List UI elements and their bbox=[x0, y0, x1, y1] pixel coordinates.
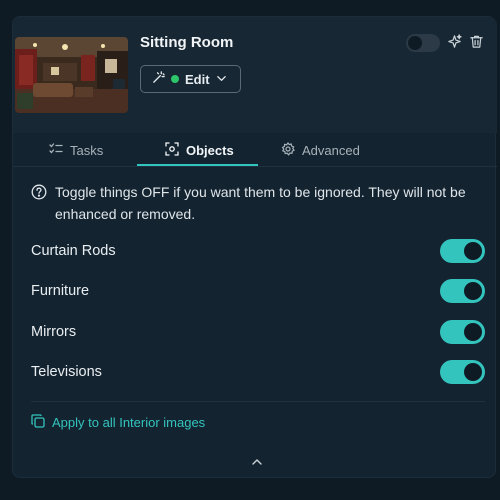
chevron-up-icon[interactable] bbox=[250, 455, 266, 471]
mirrors-toggle[interactable] bbox=[440, 320, 485, 344]
toggle-knob bbox=[464, 282, 482, 300]
gear-icon bbox=[281, 141, 295, 159]
televisions-toggle[interactable] bbox=[440, 360, 485, 384]
magic-wand-icon bbox=[152, 71, 165, 87]
tab-bar: Tasks Objects Advanced bbox=[13, 133, 497, 167]
room-enable-toggle[interactable] bbox=[406, 34, 440, 52]
sparkle-icon[interactable] bbox=[447, 34, 463, 50]
toggle-knob bbox=[464, 363, 482, 381]
object-row-televisions: Televisions bbox=[31, 359, 485, 385]
curtain-rods-toggle[interactable] bbox=[440, 239, 485, 263]
info-text: Toggle things OFF if you want them to be… bbox=[55, 184, 466, 222]
object-label: Furniture bbox=[31, 283, 90, 299]
room-title: Sitting Room bbox=[140, 34, 234, 51]
toggle-knob bbox=[464, 242, 482, 260]
apply-label: Apply to all Interior images bbox=[52, 415, 206, 430]
tasks-list-icon bbox=[49, 142, 63, 159]
edit-label: Edit bbox=[185, 71, 210, 87]
object-scan-icon bbox=[165, 141, 179, 159]
tab-tasks[interactable]: Tasks bbox=[49, 133, 103, 167]
tab-advanced-label: Advanced bbox=[302, 142, 360, 158]
trash-icon[interactable] bbox=[469, 34, 485, 50]
object-row-furniture: Furniture bbox=[31, 278, 485, 304]
question-circle-icon bbox=[31, 184, 47, 225]
room-header: Sitting Room Edit bbox=[13, 17, 497, 133]
section-divider bbox=[31, 401, 485, 402]
apply-to-all-link[interactable]: Apply to all Interior images bbox=[31, 414, 205, 431]
furniture-toggle[interactable] bbox=[440, 279, 485, 303]
object-label: Televisions bbox=[31, 364, 102, 380]
object-label: Mirrors bbox=[31, 324, 77, 340]
object-row-curtain-rods: Curtain Rods bbox=[31, 238, 485, 264]
room-card: Sitting Room Edit Tasks Objects Advanced… bbox=[12, 16, 497, 478]
object-label: Curtain Rods bbox=[31, 243, 116, 259]
toggle-knob bbox=[408, 36, 422, 50]
tab-objects[interactable]: Objects bbox=[165, 133, 234, 167]
room-thumbnail[interactable] bbox=[15, 37, 128, 113]
copy-icon bbox=[31, 414, 45, 431]
edit-button[interactable]: Edit bbox=[140, 65, 241, 93]
status-dot bbox=[171, 75, 179, 83]
info-note: Toggle things OFF if you want them to be… bbox=[31, 181, 481, 225]
chevron-down-icon bbox=[216, 72, 227, 87]
tab-advanced[interactable]: Advanced bbox=[281, 133, 360, 167]
tab-objects-label: Objects bbox=[186, 142, 234, 158]
toggle-knob bbox=[464, 323, 482, 341]
object-row-mirrors: Mirrors bbox=[31, 319, 485, 345]
active-tab-indicator bbox=[137, 164, 258, 166]
tab-tasks-label: Tasks bbox=[70, 142, 104, 158]
